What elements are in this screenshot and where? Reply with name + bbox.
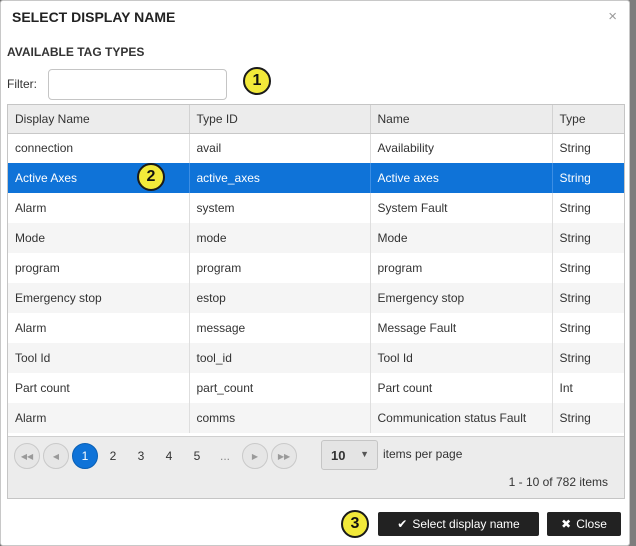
cell-type: String [559, 201, 591, 215]
callout-badge-3: 3 [341, 510, 369, 538]
page-more-button[interactable]: ... [212, 443, 238, 469]
cell-display-name: Part count [8, 373, 190, 403]
cell-name: Message Fault [370, 313, 553, 343]
close-button[interactable]: ✖ Close [547, 512, 621, 536]
cell-name: Part count [370, 373, 553, 403]
page-2-button[interactable]: 2 [100, 443, 126, 469]
cell-type-id: message [189, 313, 371, 343]
cell-name: program [370, 253, 553, 283]
pager: ◀◀ ◀ 1 2 3 4 5 ... ▶ ▶▶ 10 ▼ items per p… [8, 436, 624, 498]
cell-type-id: system [189, 193, 371, 223]
cell-type: String [552, 223, 624, 253]
close-x-icon: ✖ [561, 517, 572, 531]
page-4-button[interactable]: 4 [156, 443, 182, 469]
cell-type: String [552, 343, 624, 373]
cell-type: Int [559, 381, 573, 395]
section-label: AVAILABLE TAG TYPES [7, 45, 145, 59]
callout-badge-1: 1 [243, 67, 271, 95]
cell-name: Availability [370, 133, 553, 163]
cell-name: Mode [370, 223, 553, 253]
cell-display-name: program [8, 253, 190, 283]
dialog-titlebar: SELECT DISPLAY NAME × [1, 1, 629, 33]
table-row[interactable]: Alarm system System Fault String [8, 193, 624, 223]
cell-type-id: estop [189, 283, 371, 313]
table-row[interactable]: Tool Id tool_id Tool Id String [8, 343, 624, 373]
dialog-title: SELECT DISPLAY NAME [12, 9, 176, 25]
filter-input[interactable] [48, 69, 227, 100]
page-1-button[interactable]: 1 [72, 443, 98, 469]
prev-page-icon[interactable]: ◀ [43, 443, 69, 469]
cell-type: String [552, 283, 624, 313]
table-row[interactable]: Alarm message Message Fault String [8, 313, 624, 343]
tag-types-table: Display Name Type ID Name Type connectio… [8, 105, 624, 433]
cell-name: Emergency stop [370, 283, 553, 313]
cell-name: Communication status Fault [370, 403, 553, 433]
cell-type: String [552, 163, 624, 193]
last-page-icon[interactable]: ▶▶ [271, 443, 297, 469]
cell-name: System Fault [370, 193, 553, 223]
check-icon: ✔ [397, 517, 408, 531]
first-page-icon[interactable]: ◀◀ [14, 443, 40, 469]
callout-badge-2: 2 [137, 163, 165, 191]
table-row[interactable]: Part count part_count Part count Int [8, 373, 624, 403]
cell-type-id: comms [189, 403, 371, 433]
cell-type: String [559, 321, 591, 335]
cell-type-id: mode [189, 223, 371, 253]
cell-type: String [559, 141, 591, 156]
select-display-name-label: Select display name [412, 517, 520, 531]
cell-display-name: Alarm [8, 403, 190, 433]
page-3-button[interactable]: 3 [128, 443, 154, 469]
select-display-name-button[interactable]: ✔ Select display name [378, 512, 539, 536]
column-header-type[interactable]: Type [552, 105, 624, 134]
filter-label: Filter: [7, 77, 37, 91]
table-row[interactable]: connection avail Availability String [8, 133, 624, 163]
cell-display-name: Alarm [8, 313, 190, 343]
cell-type: String [559, 261, 591, 275]
cell-display-name: Alarm [8, 193, 190, 223]
cell-display-name: Mode [8, 223, 190, 253]
cell-type-id: tool_id [189, 343, 371, 373]
cell-display-name: Emergency stop [8, 283, 190, 313]
cell-display-name: connection [8, 133, 190, 163]
per-page-select[interactable]: 10 ▼ [321, 440, 378, 470]
cell-type-id: active_axes [189, 163, 371, 193]
cell-type-id: program [189, 253, 371, 283]
page-5-button[interactable]: 5 [184, 443, 210, 469]
table-row[interactable]: Alarm comms Communication status Fault Stri… [8, 403, 624, 433]
cell-name: Tool Id [370, 343, 553, 373]
close-icon[interactable]: × [608, 8, 617, 25]
column-header-type-id[interactable]: Type ID [189, 105, 371, 134]
close-button-label: Close [576, 517, 607, 531]
table-row[interactable]: Active Axes active_axes Active axes String [8, 163, 624, 193]
cell-type-id: avail [189, 133, 371, 163]
column-header-name[interactable]: Name [370, 105, 553, 134]
table-header-row: Display Name Type ID Name Type [8, 105, 624, 134]
per-page-value: 10 [331, 448, 346, 463]
cell-display-name: Tool Id [8, 343, 190, 373]
select-display-name-dialog: SELECT DISPLAY NAME × AVAILABLE TAG TYPE… [0, 0, 630, 546]
pager-info: 1 - 10 of 782 items [508, 475, 608, 489]
cell-type: String [552, 403, 624, 433]
cell-name: Active axes [370, 163, 553, 193]
per-page-label: items per page [383, 447, 463, 461]
cell-type-id: part_count [189, 373, 371, 403]
chevron-down-icon: ▼ [360, 449, 369, 459]
tag-types-grid: Display Name Type ID Name Type connectio… [7, 104, 625, 499]
table-row[interactable]: Mode mode Mode String [8, 223, 624, 253]
next-page-icon[interactable]: ▶ [242, 443, 268, 469]
table-row[interactable]: program program program String [8, 253, 624, 283]
column-header-display-name[interactable]: Display Name [8, 105, 190, 134]
table-row[interactable]: Emergency stop estop Emergency stop String [8, 283, 624, 313]
